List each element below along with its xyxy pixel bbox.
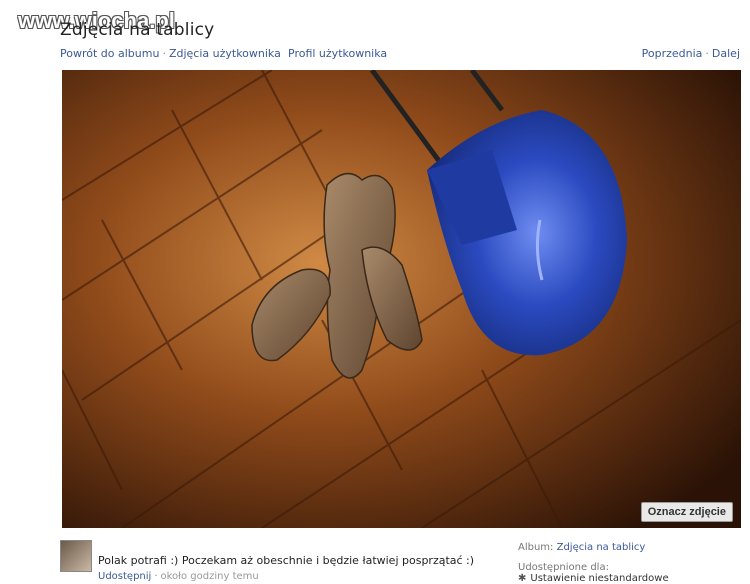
post-timestamp: około godziny temu (160, 571, 259, 582)
user-profile-link[interactable]: Profil użytkownika (288, 47, 387, 60)
gear-icon: ✱ (518, 573, 527, 584)
album-link[interactable]: Zdjęcia na tablicy (557, 542, 646, 553)
previous-photo-link[interactable]: Poprzednia (642, 47, 703, 60)
next-photo-link[interactable]: Dalej (712, 47, 740, 60)
page-title: Zdjęcia na tablicy (60, 20, 215, 40)
tag-photo-button[interactable]: Oznacz zdjęcie (640, 502, 733, 522)
profile-nav: Profil użytkownika (288, 47, 387, 60)
separator: · (705, 47, 709, 60)
photo-caption: Polak potrafi :) Poczekam aż obeschnie i… (98, 554, 475, 567)
separator: · (154, 571, 158, 582)
main-photo[interactable]: Oznacz zdjęcie (62, 70, 741, 528)
user-photos-link[interactable]: Zdjęcia użytkownika (169, 47, 281, 60)
photo-pager: Poprzednia · Dalej (642, 47, 740, 60)
privacy-setting[interactable]: ✱ Ustawienie niestandardowe (518, 573, 669, 584)
album-nav: Powrót do albumu · Zdjęcia użytkownika (60, 47, 281, 60)
avatar[interactable] (60, 540, 92, 572)
post-meta: Udostępnij · około godziny temu (98, 571, 259, 582)
share-link[interactable]: Udostępnij (98, 571, 151, 582)
shared-with-label: Udostępnione dla: (518, 562, 609, 573)
privacy-label: Ustawienie niestandardowe (530, 573, 669, 584)
back-to-album-link[interactable]: Powrót do albumu (60, 47, 159, 60)
photo-image (62, 70, 741, 528)
album-label: Album: (518, 542, 554, 553)
separator: · (162, 47, 166, 60)
album-info: Album: Zdjęcia na tablicy (518, 542, 645, 553)
